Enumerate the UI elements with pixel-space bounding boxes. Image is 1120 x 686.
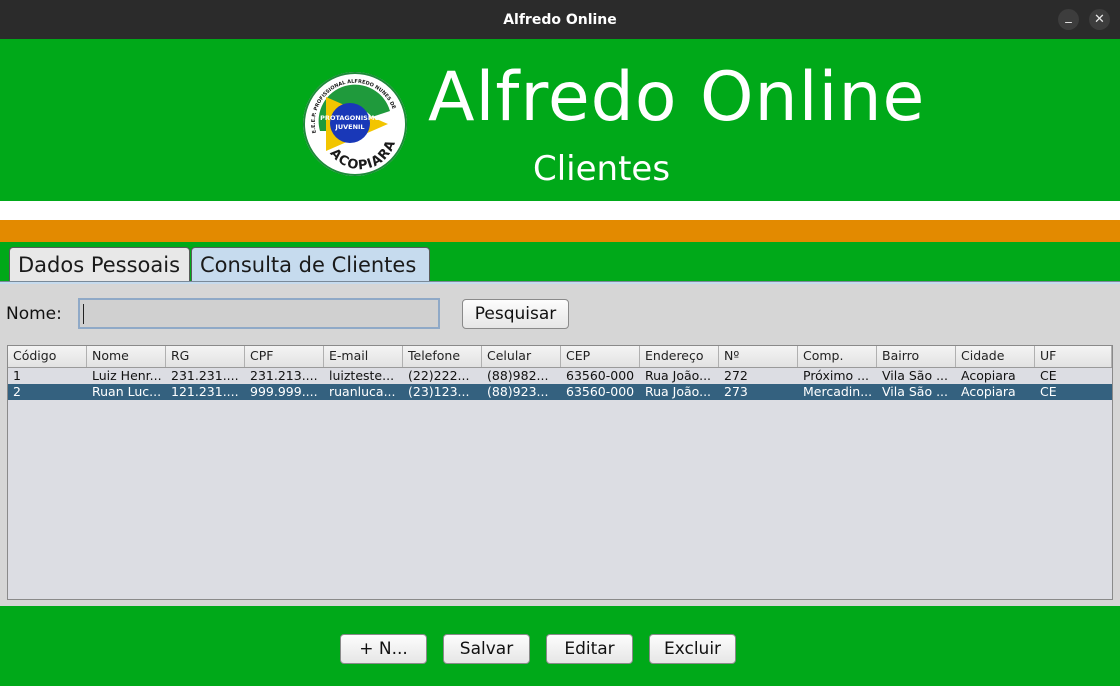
table-cell: 2 (13, 384, 21, 399)
table-cell: 1 (13, 368, 21, 383)
table-row-selected[interactable]: 2 Ruan Luc... 121.231.... 999.999.... ru… (8, 384, 1112, 400)
table-cell: Próximo ... (803, 368, 870, 383)
app-title: Alfredo Online (428, 58, 926, 137)
divider-orange (0, 220, 1120, 242)
table-cell: 63560-000 (566, 368, 635, 383)
save-button[interactable]: Salvar (443, 634, 530, 664)
window-title: Alfredo Online (503, 12, 617, 28)
column-header[interactable]: UF (1035, 346, 1112, 367)
nome-search-input[interactable] (78, 298, 440, 329)
table-cell: 273 (724, 384, 748, 399)
column-header[interactable]: Comp. (798, 346, 877, 367)
clients-table[interactable]: Código Nome RG CPF E-mail Telefone Celul… (7, 345, 1113, 600)
table-cell: CE (1040, 384, 1057, 399)
table-cell: 63560-000 (566, 384, 635, 399)
column-header[interactable]: Nome (87, 346, 166, 367)
table-cell: Mercadin... (803, 384, 873, 399)
page-subtitle: Clientes (533, 149, 671, 189)
divider-white (0, 201, 1120, 220)
edit-button[interactable]: Editar (546, 634, 633, 664)
column-header[interactable]: RG (166, 346, 245, 367)
delete-button[interactable]: Excluir (649, 634, 736, 664)
logo-center-text-1: PROTAGONISMO (320, 114, 380, 122)
column-header[interactable]: Endereço (640, 346, 719, 367)
table-header: Código Nome RG CPF E-mail Telefone Celul… (8, 346, 1112, 368)
column-header[interactable]: CPF (245, 346, 324, 367)
column-header[interactable]: Nº (719, 346, 798, 367)
table-cell: (23)123... (408, 384, 470, 399)
table-row[interactable]: 1 Luiz Henr... 231.231.... 231.213.... l… (8, 368, 1112, 384)
table-cell: Luiz Henr... (92, 368, 162, 383)
table-cell: ruanluca... (329, 384, 396, 399)
table-cell: (88)923... (487, 384, 549, 399)
column-header[interactable]: E-mail (324, 346, 403, 367)
column-header[interactable]: Bairro (877, 346, 956, 367)
tab-consulta-clientes[interactable]: Consulta de Clientes (191, 247, 430, 281)
column-header[interactable]: Código (8, 346, 87, 367)
table-cell: 231.213.... (250, 368, 318, 383)
table-cell: luizteste... (329, 368, 395, 383)
table-cell: 999.999.... (250, 384, 318, 399)
school-logo: PROTAGONISMO JUVENIL E.E.E.P. PROFISSION… (302, 71, 407, 176)
column-header[interactable]: CEP (561, 346, 640, 367)
column-header[interactable]: Cidade (956, 346, 1035, 367)
table-cell: Ruan Luc... (92, 384, 162, 399)
text-caret (83, 304, 84, 324)
window-titlebar: Alfredo Online _ ✕ (0, 0, 1120, 39)
table-cell: Rua João... (645, 368, 712, 383)
tab-dados-pessoais[interactable]: Dados Pessoais (9, 247, 190, 281)
table-cell: (88)982... (487, 368, 549, 383)
table-cell: Vila São ... (882, 384, 948, 399)
table-cell: Acopiara (961, 368, 1016, 383)
nome-label: Nome: (6, 304, 62, 324)
column-header[interactable]: Celular (482, 346, 561, 367)
minimize-icon[interactable]: _ (1058, 9, 1079, 30)
table-cell: (22)222... (408, 368, 470, 383)
logo-center-text-2: JUVENIL (334, 123, 364, 131)
new-button[interactable]: + N... (340, 634, 427, 664)
search-button[interactable]: Pesquisar (462, 299, 569, 329)
table-cell: 121.231.... (171, 384, 239, 399)
table-cell: 272 (724, 368, 748, 383)
table-cell: 231.231.... (171, 368, 239, 383)
column-header[interactable]: Telefone (403, 346, 482, 367)
table-cell: CE (1040, 368, 1057, 383)
table-cell: Vila São ... (882, 368, 948, 383)
table-cell: Rua João... (645, 384, 712, 399)
table-cell: Acopiara (961, 384, 1016, 399)
close-icon[interactable]: ✕ (1089, 9, 1110, 30)
